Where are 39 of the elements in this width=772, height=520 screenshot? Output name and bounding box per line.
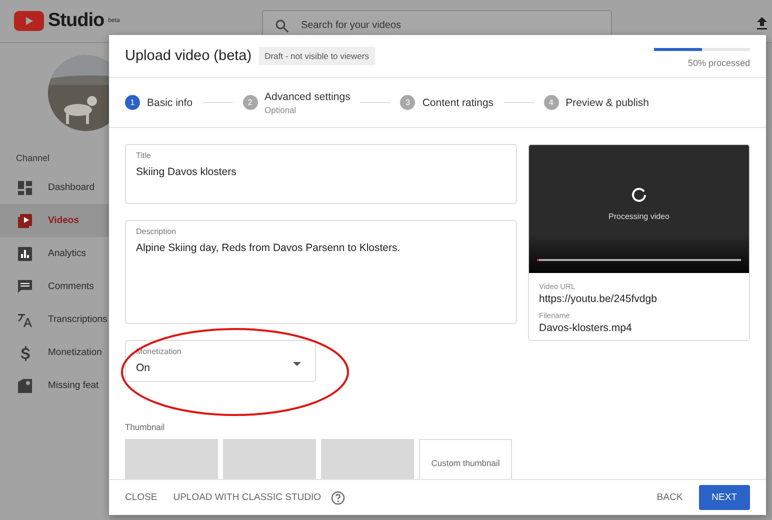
sidebar-item[interactable]: Dashboard — [0, 171, 109, 204]
section-heading: Channel — [16, 153, 51, 163]
monetization-dropdown[interactable]: Monetization On — [125, 340, 316, 382]
dashboard-icon — [16, 178, 34, 196]
search-input[interactable]: Search for your videos — [301, 18, 501, 32]
back-button[interactable]: BACK — [650, 486, 689, 509]
sidebar-item[interactable]: Comments — [0, 270, 109, 303]
search-icon — [275, 19, 289, 33]
help-icon[interactable] — [331, 490, 346, 504]
video-url-link[interactable]: https://youtu.be/245fvdgb — [539, 293, 657, 305]
sidebar-item[interactable]: Transcriptions — [0, 303, 109, 336]
step-tab[interactable]: 2 Advanced settings Optional — [242, 90, 350, 114]
thumbnail-label: Thumbnail — [125, 422, 166, 432]
studio-logo: Studio — [48, 10, 104, 32]
sidebar-item[interactable]: Monetization — [0, 336, 109, 369]
classic-upload-button[interactable]: UPLOAD WITH CLASSIC STUDIO — [167, 486, 328, 509]
close-button[interactable]: CLOSE — [119, 486, 164, 509]
comments-icon — [16, 278, 34, 296]
progress-label: 50% processed — [688, 58, 750, 68]
sidebar-item[interactable]: Analytics — [0, 237, 109, 270]
processing-status: Processing video — [608, 212, 670, 221]
dialog-title: Upload video (beta) — [125, 48, 252, 64]
upload-icon[interactable] — [756, 16, 768, 30]
caret-icon — [293, 362, 301, 366]
spinner-icon — [631, 187, 647, 203]
sidebar-item[interactable]: Videos — [0, 204, 109, 237]
title-field[interactable]: Title Skiing Davos klosters — [125, 144, 517, 204]
description-field[interactable]: Description Alpine Skiing day, Reds from Davos Parsenn to Klosters. — [125, 220, 517, 324]
custom-thumbnail-button[interactable]: Custom thumbnail — [419, 439, 512, 479]
analytics-icon — [16, 244, 34, 262]
videos-icon — [16, 212, 34, 230]
draft-status: Draft - not visible to viewers — [258, 47, 375, 65]
step-tab[interactable]: 3 Content ratings — [400, 95, 494, 110]
step-tab[interactable]: 4 Preview & publish — [544, 95, 650, 110]
sidebar-item[interactable]: Missing feat — [0, 369, 109, 402]
step-tab[interactable]: 1 Basic info — [125, 95, 193, 110]
filename-text: Davos-klosters.mp4 — [539, 322, 632, 334]
play-logo-icon — [14, 11, 44, 31]
next-button[interactable]: NEXT — [698, 485, 750, 510]
